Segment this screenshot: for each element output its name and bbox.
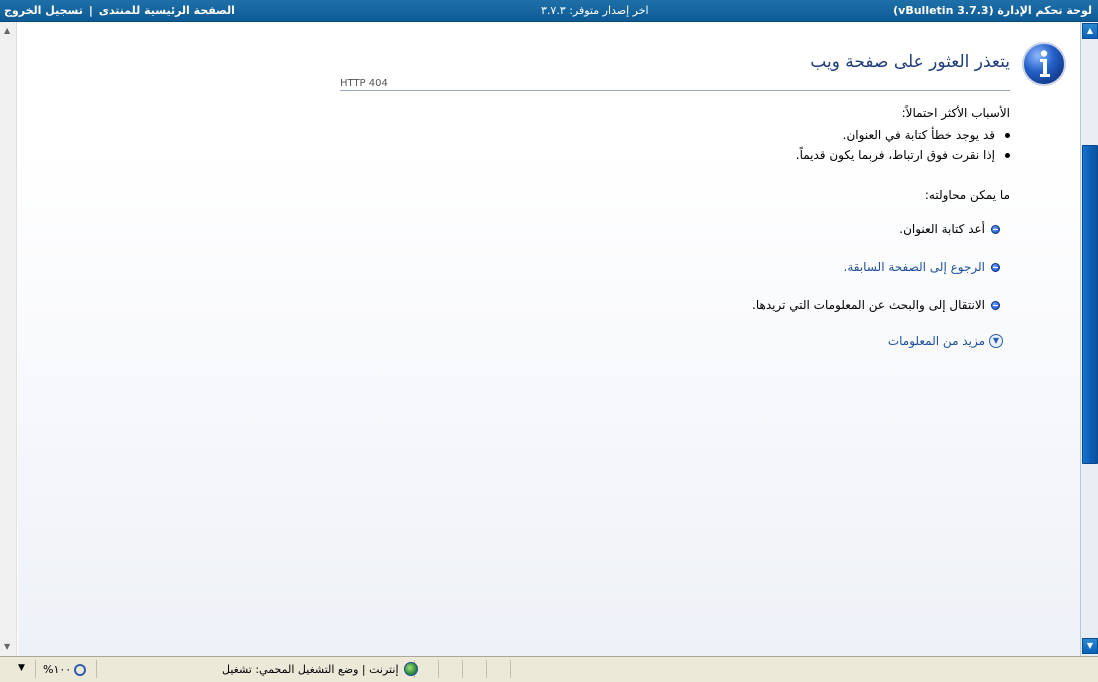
admin-cp-title: لوحة تحكم الإدارة (vBulletin 3.7.3) (893, 4, 1092, 17)
status-divider (96, 660, 97, 678)
security-zone: إنترنت | وضع التشغيل المحمي: تشغيل (222, 662, 418, 676)
scroll-down-button[interactable]: ▼ (1082, 638, 1098, 654)
browser-statusbar: ▼ ١٠٠% إنترنت | وضع التشغيل المحمي: تشغي… (0, 656, 1098, 682)
logout-link[interactable]: تسجيل الخروج (4, 4, 83, 17)
zoom-level[interactable]: ١٠٠% (43, 663, 87, 676)
blue-bullet-icon (991, 224, 1000, 234)
title-divider (340, 90, 1010, 91)
more-info-toggle[interactable]: ▼ مزيد من المعلومات (888, 334, 1003, 348)
bullet-icon (1005, 153, 1010, 158)
status-divider (35, 660, 36, 678)
left-frame-scrollbar[interactable]: ▲ ▼ (0, 22, 17, 656)
http-status-code: HTTP 404 (340, 78, 388, 89)
topbar-separator: | (88, 4, 93, 17)
scroll-up-arrow-icon[interactable]: ▲ (4, 26, 10, 35)
blue-bullet-icon (991, 262, 1000, 272)
status-divider (486, 660, 487, 678)
causes-heading: الأسباب الأكثر احتمالاً: (901, 106, 1010, 120)
zoom-dropdown-icon[interactable]: ▼ (18, 663, 25, 673)
list-item: إذا نقرت فوق ارتباط، فربما يكون قديماً. (796, 146, 1010, 166)
topbar-links: الصفحة الرئيسية للمنتدى | تسجيل الخروج (4, 4, 235, 17)
scrollbar-thumb[interactable] (1082, 145, 1098, 464)
list-item: قد يوجد خطأ كتابة في العنوان. (796, 126, 1010, 146)
retype-address-item: أعد كتابة العنوان. (899, 222, 1000, 236)
page-title: يتعذر العثور على صفحة ويب (810, 52, 1010, 72)
bullet-icon (1005, 133, 1010, 138)
error-page-content: يتعذر العثور على صفحة ويب HTTP 404 الأسب… (18, 22, 1080, 656)
scroll-down-arrow-icon[interactable]: ▼ (4, 642, 10, 651)
forum-home-link[interactable]: الصفحة الرئيسية للمنتدى (99, 4, 235, 17)
magnifier-icon (74, 663, 87, 676)
navigate-search-item: الانتقال إلى والبحث عن المعلومات التي تر… (752, 298, 1000, 312)
status-divider (462, 660, 463, 678)
status-divider (510, 660, 511, 678)
info-icon (1022, 42, 1066, 86)
try-heading: ما يمكن محاولته: (924, 188, 1010, 202)
chevron-down-icon[interactable]: ▼ (989, 334, 1003, 348)
go-back-link[interactable]: الرجوع إلى الصفحة السابقة. (844, 260, 1000, 274)
globe-icon (403, 662, 418, 676)
status-divider (438, 660, 439, 678)
version-notice: اخر إصدار متوفر: ٣.٧.٣ (541, 4, 649, 17)
scroll-up-button[interactable]: ▲ (1082, 23, 1098, 39)
blue-bullet-icon (991, 300, 1000, 310)
causes-list: قد يوجد خطأ كتابة في العنوان. إذا نقرت ف… (796, 126, 1010, 166)
vertical-scrollbar[interactable]: ▲ ▼ (1080, 22, 1098, 656)
admin-topbar: لوحة تحكم الإدارة (vBulletin 3.7.3) اخر … (0, 0, 1098, 22)
